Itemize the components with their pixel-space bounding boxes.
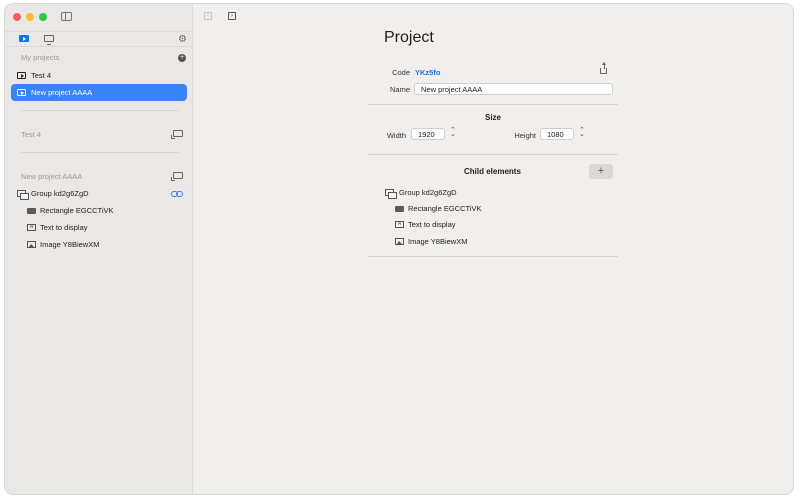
tree-item-rectangle[interactable]: Rectangle EGCCTiVK — [27, 206, 114, 215]
child-item-group[interactable]: Group kd2g6ZgD — [385, 188, 457, 199]
tree-item-label: Rectangle EGCCTiVK — [40, 206, 114, 215]
child-item-rectangle[interactable]: Rectangle EGCCTiVK — [395, 204, 482, 213]
zoom-window-button[interactable] — [39, 13, 47, 21]
share-icon[interactable] — [600, 62, 607, 74]
divider — [368, 104, 618, 105]
gear-icon[interactable]: ⚙ — [178, 34, 187, 45]
add-project-icon[interactable]: + — [178, 54, 186, 62]
divider — [21, 152, 179, 153]
width-field[interactable] — [411, 128, 445, 140]
project-icon — [17, 89, 26, 96]
code-value[interactable]: YKz5fo — [415, 68, 440, 77]
width-label: Width — [386, 131, 406, 140]
tree-item-label: Text to display — [40, 223, 88, 232]
sidebar: ⚙ My projects + Test 4 New project AAAA … — [5, 4, 193, 494]
rectangle-icon — [395, 205, 404, 212]
divider — [368, 154, 618, 155]
back-icon[interactable]: ‹ — [204, 12, 212, 20]
group-icon — [17, 189, 29, 200]
text-icon: A — [27, 224, 36, 231]
divider — [21, 110, 179, 111]
name-field[interactable] — [414, 83, 613, 95]
cast-icon[interactable] — [171, 172, 183, 181]
my-projects-heading: My projects — [21, 53, 60, 62]
divider — [368, 256, 618, 257]
child-item-label: Group kd2g6ZgD — [399, 188, 457, 197]
sidebar-tabs: ⚙ — [5, 31, 192, 47]
sidebar-toggle-icon[interactable] — [61, 12, 72, 21]
project-item-test-4[interactable]: Test 4 — [11, 67, 187, 84]
group-icon — [385, 188, 397, 199]
tree-item-group[interactable]: Group kd2g6ZgD — [17, 189, 89, 200]
add-child-button[interactable]: + — [589, 164, 613, 179]
child-elements-heading: Child elements — [464, 167, 521, 176]
minimize-window-button[interactable] — [26, 13, 34, 21]
child-item-label: Image Y8BiewXM — [408, 237, 468, 246]
new-project-section-heading: New project AAAA — [21, 172, 83, 181]
close-window-button[interactable] — [13, 13, 21, 21]
window-controls — [13, 13, 47, 21]
child-item-label: Rectangle EGCCTiVK — [408, 204, 482, 213]
tree-item-label: Image Y8BiewXM — [40, 240, 100, 249]
rectangle-icon — [27, 207, 36, 214]
tree-item-label: Group kd2g6ZgD — [31, 189, 89, 198]
project-label: New project AAAA — [31, 88, 93, 97]
text-icon: A — [395, 221, 404, 228]
app-window: ⚙ My projects + Test 4 New project AAAA … — [5, 4, 793, 494]
height-label: Height — [514, 131, 536, 140]
tree-item-image[interactable]: Image Y8BiewXM — [27, 240, 99, 249]
test-4-section-heading: Test 4 — [21, 130, 42, 139]
code-label: Code — [392, 68, 410, 77]
project-item-new-project-aaaa[interactable]: New project AAAA — [11, 84, 187, 101]
display-tab-icon[interactable] — [44, 35, 54, 45]
image-icon — [395, 238, 404, 245]
height-field[interactable] — [540, 128, 574, 140]
main-content: ‹ › Project Code YKz5fo Name Size Width … — [194, 4, 793, 494]
project-label: Test 4 — [31, 71, 52, 80]
tree-item-text[interactable]: A Text to display — [27, 223, 88, 232]
size-heading: Size — [485, 113, 502, 122]
width-stepper[interactable] — [450, 126, 457, 140]
height-stepper[interactable] — [579, 126, 586, 140]
child-item-label: Text to display — [408, 220, 456, 229]
child-item-image[interactable]: Image Y8BiewXM — [395, 237, 467, 246]
image-icon — [27, 241, 36, 248]
projects-tab-icon[interactable] — [19, 35, 29, 42]
page-title: Project — [384, 29, 434, 46]
child-item-text[interactable]: A Text to display — [395, 220, 456, 229]
forward-icon[interactable]: › — [228, 12, 236, 20]
link-icon[interactable] — [171, 191, 183, 197]
cast-icon[interactable] — [171, 130, 183, 139]
name-label: Name — [389, 85, 410, 94]
project-icon — [17, 72, 26, 79]
